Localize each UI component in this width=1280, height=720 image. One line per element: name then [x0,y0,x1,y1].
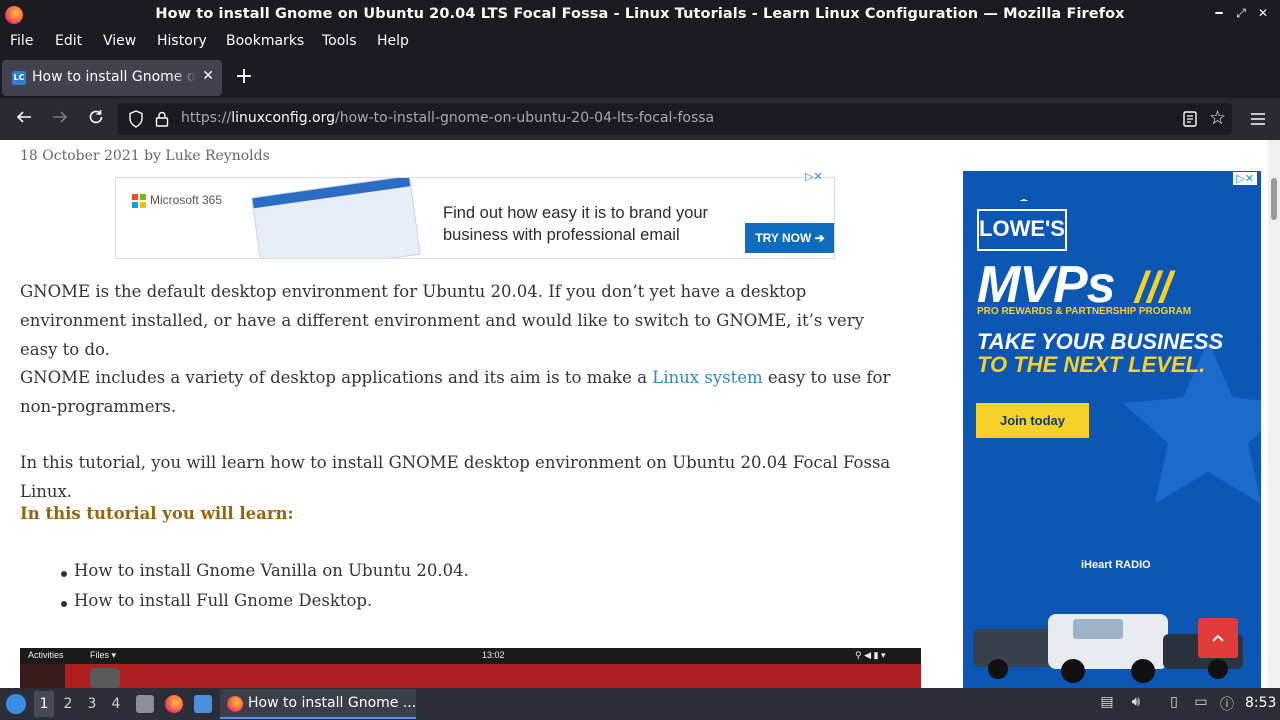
tracking-shield-icon[interactable] [128,110,144,128]
minimize-button[interactable]: ━ [1212,6,1226,21]
taskbar-window-button[interactable]: How to install Gnome ... [220,689,416,719]
reader-view-icon[interactable] [1182,110,1198,128]
page-scrollbar[interactable] [1268,140,1280,688]
scrollbar-thumb[interactable] [1271,178,1277,220]
learn-heading: In this tutorial you will learn: [20,504,294,523]
iheart-radio-logo: iHeart RADIO [1081,559,1151,571]
navigation-toolbar: https://linuxconfig.org/how-to-install-g… [0,98,1280,140]
sidebar-ad[interactable]: LOWE'S MVPs /// PRO REWARDS & PARTNERSHI… [963,171,1261,688]
window-titlebar: How to install Gnome on Ubuntu 20.04 LTS… [0,0,1280,30]
url-bar[interactable]: https://linuxconfig.org/how-to-install-g… [118,103,1232,135]
menu-tools[interactable]: Tools [322,33,357,49]
ad-brand: Microsoft 365 [150,193,223,207]
notification-icon[interactable]: ⓘ [1218,694,1236,713]
join-today-button[interactable]: Join today [976,403,1089,438]
microsoft-logo-icon [132,194,146,208]
menu-bar: File Edit View History Bookmarks Tools H… [0,30,1280,54]
gnome-clock: 13:02 [482,650,505,660]
linux-system-link[interactable]: Linux system [652,368,762,387]
app-menu-icon[interactable] [1250,110,1266,128]
back-arrow-icon[interactable] [13,108,35,130]
workspace-1[interactable]: 1 [34,691,54,717]
article-paragraph: GNOME includes a variety of desktop appl… [20,363,900,421]
top-banner-ad[interactable]: Microsoft 365 Find out how easy it is to… [115,177,835,259]
list-item: How to install Gnome Vanilla on Ubuntu 2… [61,561,469,591]
menu-history[interactable]: History [157,33,207,49]
gnome-desktop-screenshot: Activities Files ▾ 13:02 ⚲ ◀ ▮ ▾ [20,648,921,688]
window-controls: ━ ⤢ ✕ [1212,6,1270,21]
url-scheme: https:// [181,110,232,126]
url-text[interactable]: https://linuxconfig.org/how-to-install-g… [181,110,714,126]
scroll-to-top-button[interactable] [1198,618,1238,658]
web-page[interactable]: 18 October 2021 by Luke Reynolds Microso… [0,140,1268,688]
lock-icon[interactable] [154,110,170,128]
article-paragraph: In this tutorial, you will learn how to … [20,453,891,501]
tab-label: How to install Gnome on Ubuntu 20.04 LTS… [32,69,197,85]
clipboard-icon[interactable]: ▯ [1165,694,1183,712]
taskbar-window-label: How to install Gnome ... [248,695,417,711]
menu-view[interactable]: View [103,33,136,49]
ad-tagline-line2: TO THE NEXT LEVEL. [977,352,1206,377]
learn-list: How to install Gnome Vanilla on Ubuntu 2… [61,561,469,621]
close-window-button[interactable]: ✕ [1256,6,1270,21]
gnome-top-bar: Activities Files ▾ 13:02 ⚲ ◀ ▮ ▾ [20,648,921,664]
tray-updates-icon[interactable]: ▤ [1098,694,1116,712]
reload-icon[interactable] [85,108,107,130]
file-manager-icon[interactable] [136,695,154,713]
firefox-icon [227,696,243,712]
firefox-launcher-icon[interactable] [165,695,183,713]
paragraph-text: GNOME includes a variety of desktop appl… [20,368,653,387]
article-byline: 18 October 2021 by Luke Reynolds [20,148,270,164]
ad-program-text: PRO REWARDS & PARTNERSHIP PROGRAM [977,306,1192,317]
ad-try-now-button[interactable]: TRY NOW ➔ [745,223,834,253]
adchoices-icon[interactable]: ▷✕ [1233,172,1257,185]
menu-help[interactable]: Help [377,33,409,49]
list-item: How to install Full Gnome Desktop. [61,591,469,621]
forward-arrow-icon[interactable] [49,108,71,130]
new-tab-icon[interactable]: + [234,64,254,89]
start-menu-icon[interactable] [6,694,26,714]
menu-file[interactable]: File [10,33,33,49]
ad-product-image [251,178,421,258]
site-favicon-icon: LC [12,71,26,85]
workspace-3[interactable]: 3 [82,696,102,712]
lowes-logo: LOWE'S [977,209,1067,251]
ad-headline: Find out how easy it is to brand your bu… [443,204,709,244]
maximize-button[interactable]: ⤢ [1234,6,1248,21]
tab-strip: LC How to install Gnome on Ubuntu 20.04 … [0,56,1280,98]
desktop-icon[interactable] [194,695,212,713]
display-icon[interactable]: ▭ [1192,694,1210,712]
tab-active[interactable]: LC How to install Gnome on Ubuntu 20.04 … [2,60,222,96]
url-domain: linuxconfig.org [231,110,336,126]
workspace-4[interactable]: 4 [106,696,126,712]
window-title: How to install Gnome on Ubuntu 20.04 LTS… [155,6,1125,22]
gnome-dock [20,664,65,688]
menu-bookmarks[interactable]: Bookmarks [226,33,304,49]
desktop-taskbar: 1 2 3 4 How to install Gnome ... ▤ 🔊︎ ▯ … [0,688,1280,720]
activities-label: Activities [28,650,64,660]
workspace-2[interactable]: 2 [58,696,78,712]
url-path: /how-to-install-gnome-on-ubuntu-20-04-lt… [335,110,715,126]
taskbar-clock: 8:53 [1245,695,1277,711]
volume-icon[interactable]: 🔊︎ [1127,694,1145,712]
article-paragraph: GNOME is the default desktop environment… [20,282,864,359]
files-menu-label: Files ▾ [90,650,117,660]
gnome-app-icon [90,668,120,688]
gnome-status-icons: ⚲ ◀ ▮ ▾ [855,650,886,660]
bookmark-star-icon[interactable]: ☆ [1209,107,1226,129]
adchoices-icon[interactable]: ▷✕ [805,170,823,183]
menu-edit[interactable]: Edit [55,33,82,49]
close-tab-icon[interactable]: ✕ [202,68,214,84]
